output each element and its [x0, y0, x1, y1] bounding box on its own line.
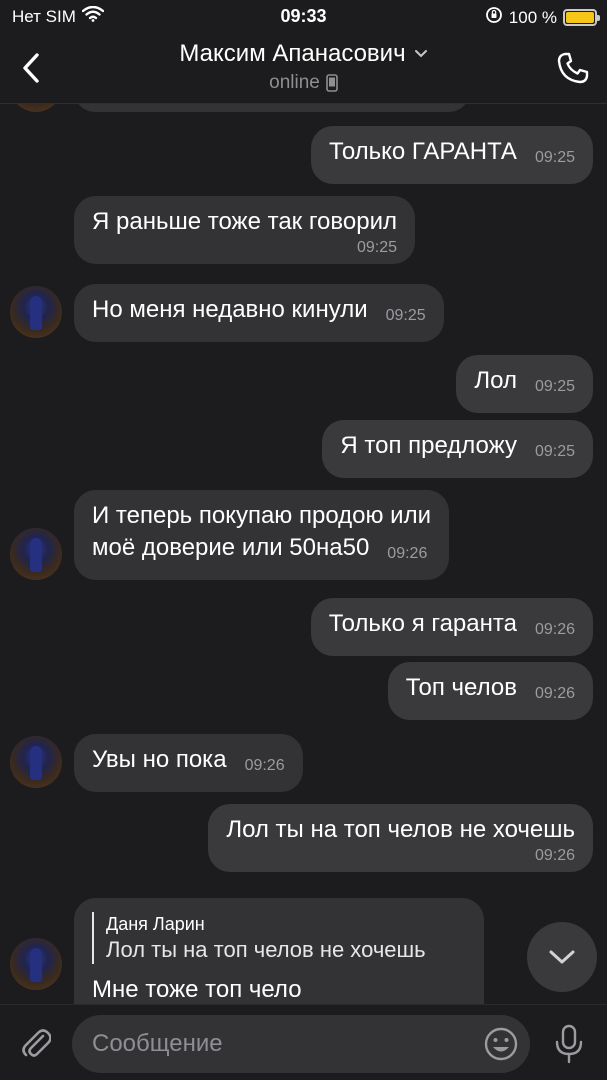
- message-text-line: И теперь покупаю продою или: [92, 502, 431, 529]
- contact-name: Максим Апанасович: [179, 40, 406, 67]
- microphone-icon: [555, 1024, 583, 1064]
- chat-header: Максим Апанасович online: [0, 34, 607, 104]
- message-bubble[interactable]: Но меня недавно кинули 09:25: [74, 284, 444, 342]
- chat-screen: Нет SIM 09:33 100 % Максим Апанасович on…: [0, 0, 607, 1080]
- message-text: Я раньше тоже так говорил: [92, 208, 397, 235]
- reply-text: Лол ты на топ челов не хочешь: [106, 937, 426, 962]
- microphone-button[interactable]: [548, 1021, 590, 1067]
- message-bubble[interactable]: Увы но пока 09:26: [74, 734, 303, 792]
- message-time: 09:25: [385, 307, 426, 324]
- battery-label: 100 %: [508, 7, 557, 27]
- message-bubble[interactable]: Я раньше тоже так говорил 09:25: [74, 196, 415, 264]
- message-bubble[interactable]: Лол ты на топ челов не хочешь 09:26: [208, 804, 593, 872]
- message-text: Я топ предложу: [340, 432, 517, 459]
- mobile-phone-icon: [326, 74, 338, 92]
- call-button[interactable]: [553, 48, 593, 88]
- message-bubble[interactable]: Топ челов 09:26: [387, 662, 593, 720]
- message-time: 09:26: [244, 757, 285, 774]
- emoji-button[interactable]: [482, 1025, 520, 1063]
- battery-icon: [563, 9, 600, 26]
- message-time: 09:26: [534, 847, 575, 864]
- avatar[interactable]: [10, 938, 62, 990]
- message-text: Увы но пока: [92, 746, 227, 773]
- scroll-to-bottom-button[interactable]: [527, 922, 597, 992]
- avatar[interactable]: [10, 528, 62, 580]
- message-input[interactable]: [72, 1015, 530, 1073]
- reply-author: Даня Ларин: [106, 914, 205, 934]
- message-time: 09:26: [387, 545, 428, 562]
- message-bubble[interactable]: Лол 09:25: [456, 355, 593, 413]
- emoji-icon: [484, 1027, 518, 1061]
- status-right: 100 %: [485, 6, 600, 29]
- message-time: 09:26: [534, 621, 575, 638]
- phone-icon: [557, 52, 589, 84]
- chevron-down-icon: [549, 950, 575, 964]
- message-time: 09:25: [356, 239, 397, 256]
- message-text: Мне тоже топ чело: [92, 976, 302, 1003]
- message-text: Только я гаранта: [328, 610, 517, 637]
- message-bubble[interactable]: Я топ предложу 09:25: [322, 420, 593, 478]
- paperclip-icon: [22, 1029, 51, 1057]
- contact-status: online: [269, 72, 338, 94]
- message-time: 09:25: [534, 378, 575, 395]
- message-bubble-reply[interactable]: Даня Ларин Лол ты на топ челов не хочешь…: [74, 898, 484, 1004]
- chat-title-area[interactable]: Максим Апанасович online: [0, 40, 607, 94]
- message-time: 09:26: [534, 685, 575, 702]
- avatar[interactable]: [10, 286, 62, 338]
- message-text: Но меня недавно кинули: [92, 296, 368, 323]
- avatar[interactable]: [10, 736, 62, 788]
- attach-button[interactable]: [16, 1023, 56, 1063]
- message-text: Лол: [474, 367, 517, 394]
- message-text: Лол ты на топ челов не хочешь: [226, 816, 575, 843]
- message-time: 09:25: [534, 149, 575, 166]
- status-bar: Нет SIM 09:33 100 %: [0, 0, 607, 34]
- message-time: 09:25: [534, 443, 575, 460]
- message-bubble[interactable]: Только я гаранта 09:26: [310, 598, 593, 656]
- message-bubble[interactable]: Только ГАРАНТА 09:25: [311, 126, 593, 184]
- chat-title[interactable]: Максим Апанасович: [179, 40, 427, 68]
- battery-fill: [566, 12, 594, 23]
- status-text: online: [269, 72, 320, 93]
- message-text-line: моё доверие или 50на50: [92, 534, 370, 561]
- message-text: Только ГАРАНТА: [329, 138, 517, 165]
- message-bubble[interactable]: И теперь покупаю продою или моё доверие …: [74, 490, 449, 580]
- avatar[interactable]: [10, 104, 62, 112]
- message-bubble-partial: [74, 104, 470, 112]
- chevron-down-icon: [414, 50, 427, 58]
- message-list[interactable]: Только ГАРАНТА 09:25 Я раньше тоже так го…: [0, 104, 607, 1004]
- orientation-lock-icon: [485, 6, 503, 29]
- message-text: Топ челов: [405, 674, 517, 701]
- reply-quote[interactable]: Даня Ларин Лол ты на топ челов не хочешь: [92, 912, 466, 964]
- input-bar: [0, 1004, 607, 1080]
